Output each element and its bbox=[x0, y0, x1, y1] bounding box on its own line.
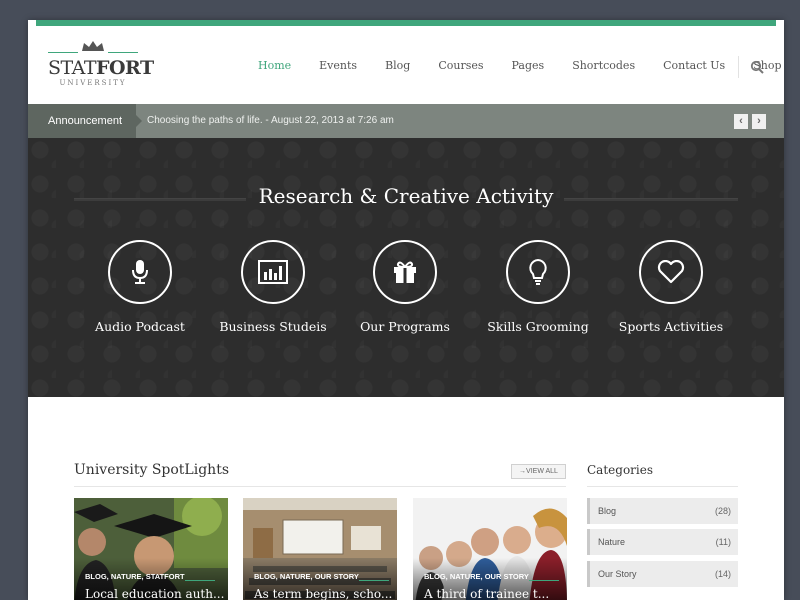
category-name: Blog bbox=[598, 506, 617, 516]
category-name: Nature bbox=[598, 537, 626, 547]
chevron-left-icon[interactable]: ‹ bbox=[734, 114, 748, 129]
feature-sports-activities[interactable]: Sports Activities bbox=[601, 240, 741, 334]
hero-section: Research & Creative Activity Audio Podca… bbox=[28, 138, 784, 397]
nav-divider bbox=[738, 56, 739, 78]
card-title[interactable]: A third of trainee t... bbox=[424, 587, 549, 600]
feature-label: Our Programs bbox=[360, 319, 450, 334]
chevron-right-icon[interactable]: › bbox=[752, 114, 766, 129]
bar-chart-icon bbox=[258, 260, 288, 284]
category-count: (28) bbox=[714, 506, 731, 516]
card-categories[interactable]: BLOG, NATURE, STATFORT bbox=[85, 572, 185, 581]
logo-rule-left bbox=[48, 52, 78, 53]
feature-circle bbox=[506, 240, 570, 304]
feature-label: Audio Podcast bbox=[95, 319, 185, 334]
card-title[interactable]: As term begins, scho... bbox=[254, 587, 392, 600]
gift-icon bbox=[394, 261, 416, 283]
card-categories[interactable]: BLOG, NATURE, OUR STORY bbox=[254, 572, 359, 581]
nav-item-blog[interactable]: Blog bbox=[385, 59, 410, 72]
announcement-label: Announcement bbox=[28, 104, 142, 138]
heart-icon bbox=[657, 260, 685, 284]
top-accent-bar bbox=[36, 20, 776, 26]
feature-circle bbox=[373, 240, 437, 304]
category-count: (11) bbox=[715, 537, 731, 547]
card-category-rule bbox=[185, 580, 215, 581]
nav-item-home[interactable]: Home bbox=[258, 59, 291, 72]
feature-label: Sports Activities bbox=[618, 319, 724, 334]
category-item-our-story[interactable]: Our Story (14) bbox=[587, 561, 738, 587]
site-logo[interactable]: STATFORT UNIVERSITY bbox=[48, 40, 154, 90]
feature-audio-podcast[interactable]: Audio Podcast bbox=[70, 240, 210, 334]
hero-title: Research & Creative Activity bbox=[258, 184, 554, 208]
feature-business-studies[interactable]: Business Studeis bbox=[203, 240, 343, 334]
category-name: Our Story bbox=[598, 569, 637, 579]
main-nav: Home Events Blog Courses Pages Shortcode… bbox=[258, 59, 784, 72]
feature-skills-grooming[interactable]: Skills Grooming bbox=[468, 240, 608, 334]
category-count: (14) bbox=[714, 569, 731, 579]
card-title[interactable]: Local education auth... bbox=[85, 587, 224, 600]
nav-item-pages[interactable]: Pages bbox=[512, 59, 545, 72]
spotlights-title: University SpotLights bbox=[74, 462, 229, 478]
nav-item-shortcodes[interactable]: Shortcodes bbox=[572, 59, 635, 72]
categories-title: Categories bbox=[587, 463, 653, 477]
announcement-text[interactable]: Choosing the paths of life. - August 22,… bbox=[147, 104, 394, 138]
card-category-rule bbox=[529, 580, 559, 581]
nav-item-contact-us[interactable]: Contact Us bbox=[663, 59, 725, 72]
category-item-blog[interactable]: Blog (28) bbox=[587, 498, 738, 524]
category-item-nature[interactable]: Nature (11) bbox=[587, 529, 738, 555]
spotlight-card[interactable]: BLOG, NATURE, OUR STORY As term begins, … bbox=[243, 498, 397, 600]
site-header: STATFORT UNIVERSITY Home Events Blog Cou… bbox=[28, 26, 784, 104]
nav-item-courses[interactable]: Courses bbox=[438, 59, 483, 72]
view-all-button[interactable]: →VIEW ALL bbox=[511, 464, 566, 479]
card-category-rule bbox=[359, 580, 389, 581]
microphone-icon bbox=[132, 260, 148, 284]
feature-circle bbox=[241, 240, 305, 304]
categories-divider bbox=[587, 486, 738, 487]
feature-our-programs[interactable]: Our Programs bbox=[335, 240, 475, 334]
feature-circle bbox=[639, 240, 703, 304]
logo-rule-right bbox=[108, 52, 138, 53]
lightbulb-icon bbox=[529, 258, 547, 285]
nav-item-events[interactable]: Events bbox=[319, 59, 357, 72]
feature-label: Skills Grooming bbox=[487, 319, 589, 334]
spotlight-card[interactable]: BLOG, NATURE, STATFORT Local education a… bbox=[74, 498, 228, 600]
card-categories[interactable]: BLOG, NATURE, OUR STORY bbox=[424, 572, 529, 581]
spotlights-divider bbox=[74, 486, 566, 487]
page-frame: STATFORT UNIVERSITY Home Events Blog Cou… bbox=[28, 20, 784, 600]
logo-tagline: UNIVERSITY bbox=[59, 79, 127, 87]
feature-label: Business Studeis bbox=[219, 319, 327, 334]
feature-circle bbox=[108, 240, 172, 304]
spotlight-card[interactable]: BLOG, NATURE, OUR STORY A third of train… bbox=[413, 498, 567, 600]
announcement-bar: Announcement Choosing the paths of life.… bbox=[28, 104, 784, 138]
logo-wordmark: STATFORT bbox=[48, 57, 154, 79]
crown-icon bbox=[82, 41, 104, 51]
search-icon[interactable] bbox=[750, 60, 764, 74]
